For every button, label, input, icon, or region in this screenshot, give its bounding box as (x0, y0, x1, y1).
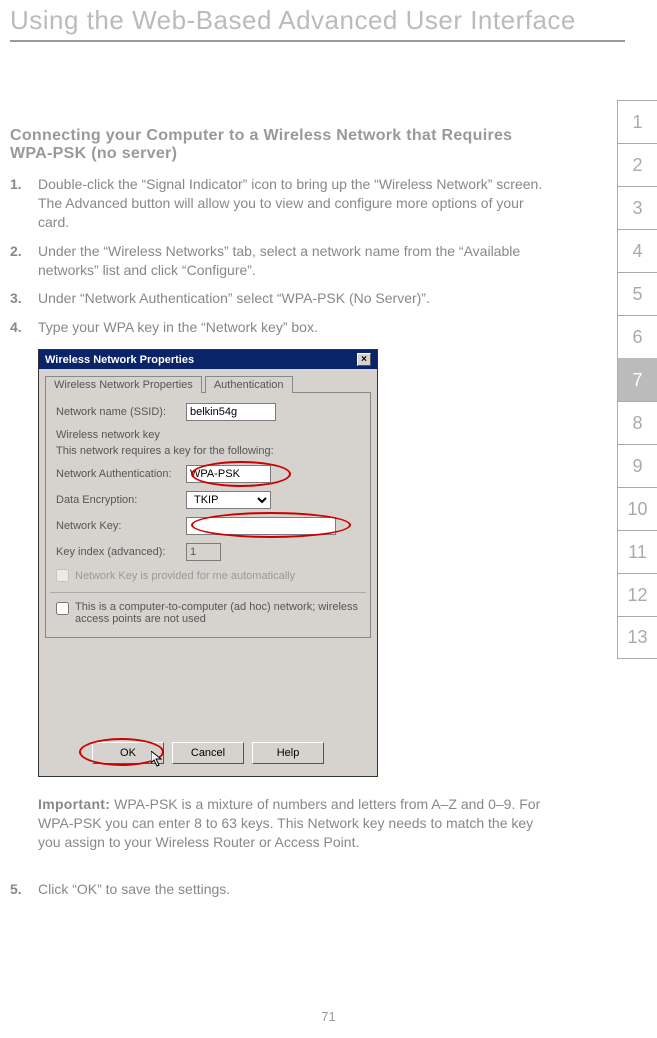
step-2: 2. Under the “Wireless Networks” tab, se… (10, 242, 555, 280)
step-number: 4. (10, 318, 38, 337)
key-index-input (186, 543, 221, 561)
network-key-input[interactable] (186, 517, 336, 535)
page-title: Using the Web-Based Advanced User Interf… (10, 5, 657, 36)
encryption-row: Data Encryption: TKIP (56, 491, 360, 509)
nav-item-1[interactable]: 1 (617, 100, 657, 143)
page-number: 71 (0, 1009, 657, 1024)
encryption-select[interactable]: TKIP (186, 491, 271, 509)
adhoc-text: This is a computer-to-computer (ad hoc) … (75, 601, 360, 625)
cancel-button[interactable]: Cancel (172, 742, 244, 764)
requires-key-text: This network requires a key for the foll… (56, 445, 360, 457)
nav-item-11[interactable]: 11 (617, 530, 657, 573)
dialog-titlebar: Wireless Network Properties × (39, 350, 377, 369)
auto-key-row: Network Key is provided for me automatic… (56, 569, 360, 582)
ssid-row: Network name (SSID): (56, 403, 360, 421)
ssid-input[interactable] (186, 403, 276, 421)
tab-wireless-properties[interactable]: Wireless Network Properties (45, 376, 202, 393)
tab-authentication[interactable]: Authentication (205, 376, 293, 393)
nav-item-2[interactable]: 2 (617, 143, 657, 186)
dialog-title-text: Wireless Network Properties (45, 354, 194, 366)
steps-list: 1. Double-click the “Signal Indicator” i… (10, 175, 555, 337)
adhoc-row: This is a computer-to-computer (ad hoc) … (56, 601, 360, 625)
divider (50, 592, 366, 593)
auto-key-text: Network Key is provided for me automatic… (75, 570, 295, 582)
adhoc-checkbox[interactable] (56, 602, 69, 615)
nav-item-12[interactable]: 12 (617, 573, 657, 616)
nav-item-3[interactable]: 3 (617, 186, 657, 229)
page-header: Using the Web-Based Advanced User Interf… (0, 0, 657, 42)
auto-key-checkbox (56, 569, 69, 582)
step-3: 3. Under “Network Authentication” select… (10, 289, 555, 308)
key-index-row: Key index (advanced): (56, 543, 360, 561)
encryption-label: Data Encryption: (56, 494, 186, 506)
step-5: 5. Click “OK” to save the settings. (10, 880, 555, 899)
help-button[interactable]: Help (252, 742, 324, 764)
nav-item-5[interactable]: 5 (617, 272, 657, 315)
nav-item-9[interactable]: 9 (617, 444, 657, 487)
dialog-tabs: Wireless Network Properties Authenticati… (39, 369, 377, 392)
step-number: 3. (10, 289, 38, 308)
nav-item-7[interactable]: 7 (617, 358, 657, 401)
step-text: Type your WPA key in the “Network key” b… (38, 318, 555, 337)
auth-row: Network Authentication: (56, 465, 360, 483)
important-label: Important: (38, 796, 110, 812)
nav-item-13[interactable]: 13 (617, 616, 657, 659)
step-text: Under the “Wireless Networks” tab, selec… (38, 242, 555, 280)
auth-select[interactable] (186, 465, 271, 483)
nav-item-10[interactable]: 10 (617, 487, 657, 530)
wireless-properties-dialog: Wireless Network Properties × Wireless N… (38, 349, 378, 777)
important-note: Important: WPA-PSK is a mixture of numbe… (38, 795, 555, 852)
auth-label: Network Authentication: (56, 468, 186, 480)
wireless-key-header: Wireless network key (56, 429, 360, 441)
ssid-label: Network name (SSID): (56, 406, 186, 418)
step-text: Double-click the “Signal Indicator” icon… (38, 175, 555, 232)
key-index-label: Key index (advanced): (56, 546, 186, 558)
dialog-spacer (39, 644, 377, 734)
section-heading: Connecting your Computer to a Wireless N… (10, 127, 555, 163)
network-key-label: Network Key: (56, 520, 186, 532)
important-text: WPA-PSK is a mixture of numbers and lett… (38, 796, 540, 850)
steps-list-continued: 5. Click “OK” to save the settings. (10, 880, 555, 899)
content-area: Connecting your Computer to a Wireless N… (0, 42, 615, 899)
section-nav: 1 2 3 4 5 6 7 8 9 10 11 12 13 (617, 100, 657, 659)
dialog-button-row: OK Cancel Help (39, 734, 377, 776)
nav-item-4[interactable]: 4 (617, 229, 657, 272)
close-button[interactable]: × (357, 353, 371, 366)
network-key-row: Network Key: (56, 517, 360, 535)
nav-item-6[interactable]: 6 (617, 315, 657, 358)
ok-button[interactable]: OK (92, 742, 164, 764)
step-number: 1. (10, 175, 38, 232)
step-4: 4. Type your WPA key in the “Network key… (10, 318, 555, 337)
nav-item-8[interactable]: 8 (617, 401, 657, 444)
step-text: Under “Network Authentication” select “W… (38, 289, 555, 308)
step-number: 5. (10, 880, 38, 899)
step-text: Click “OK” to save the settings. (38, 880, 555, 899)
dialog-body: Network name (SSID): Wireless network ke… (45, 392, 371, 638)
dialog-screenshot: Wireless Network Properties × Wireless N… (38, 349, 555, 777)
step-number: 2. (10, 242, 38, 280)
step-1: 1. Double-click the “Signal Indicator” i… (10, 175, 555, 232)
